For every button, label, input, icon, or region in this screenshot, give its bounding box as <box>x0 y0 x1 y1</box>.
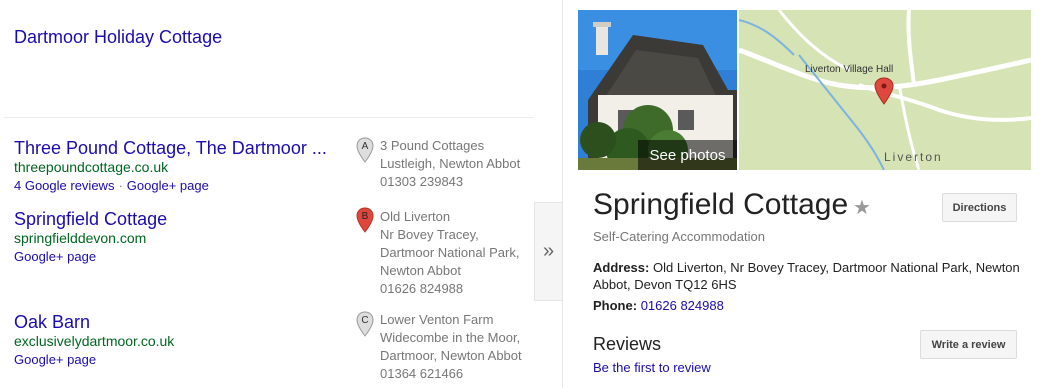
address-label: Address: <box>593 260 650 275</box>
google-plus-link[interactable]: Google+ page <box>14 352 96 367</box>
svg-text:C: C <box>361 315 368 326</box>
result-url: threepoundcottage.co.uk <box>14 159 169 175</box>
result-address: 3 Pound Cottages Lustleigh, Newton Abbot… <box>380 138 521 189</box>
place-category: Self-Catering Accommodation <box>593 229 765 244</box>
google-reviews-link[interactable]: 4 Google reviews <box>14 178 114 193</box>
svg-text:A: A <box>362 141 369 152</box>
result-address: Old Liverton Nr Bovey Tracey, Dartmoor N… <box>380 209 520 296</box>
results-divider <box>4 117 533 118</box>
reviews-heading: Reviews <box>593 334 662 354</box>
svg-text:Liverton Village Hall: Liverton Village Hall <box>805 64 893 75</box>
result-title[interactable]: Oak Barn <box>14 312 90 333</box>
result-address: Lower Venton Farm Widecombe in the Moor,… <box>380 312 522 381</box>
result-title[interactable]: Three Pound Cottage, The Dartmoor ... <box>14 138 327 159</box>
double-chevron-right-icon: » <box>542 240 555 262</box>
result-url: exclusivelydartmoor.co.uk <box>14 333 175 349</box>
svg-text:B: B <box>362 211 369 222</box>
place-address: Address: Old Liverton, Nr Bovey Tracey, … <box>593 259 1023 293</box>
map-pin-a-icon[interactable]: A <box>356 137 374 163</box>
place-title: Springfield Cottage <box>593 188 849 221</box>
phone-link[interactable]: 01626 824988 <box>641 298 724 313</box>
result-links: Google+ page <box>14 249 96 264</box>
first-review-link[interactable]: Be the first to review <box>593 360 711 375</box>
map-pin-c-icon[interactable]: C <box>356 311 374 337</box>
result-title[interactable]: Springfield Cottage <box>14 209 167 230</box>
top-result-title[interactable]: Dartmoor Holiday Cottage <box>14 27 222 48</box>
location-map[interactable]: Liverton Village Hall Liverton <box>739 10 1031 170</box>
google-plus-link[interactable]: Google+ page <box>14 249 96 264</box>
star-icon[interactable]: ★ <box>853 195 871 220</box>
expand-panel-button[interactable]: » <box>534 202 562 301</box>
see-photos-button[interactable]: See photos <box>638 140 737 170</box>
result-url: springfielddevon.com <box>14 230 147 246</box>
phone-label: Phone: <box>593 298 638 313</box>
directions-button[interactable]: Directions <box>942 193 1017 222</box>
result-links: Google+ page <box>14 352 96 367</box>
map-pin-b-icon[interactable]: B <box>356 207 374 233</box>
svg-text:Liverton: Liverton <box>884 150 943 164</box>
address-value: Old Liverton, Nr Bovey Tracey, Dartmoor … <box>593 260 1020 292</box>
google-plus-link[interactable]: Google+ page <box>127 178 209 193</box>
write-review-button[interactable]: Write a review <box>920 330 1017 359</box>
place-phone: Phone: 01626 824988 <box>593 298 724 313</box>
result-links: 4 Google reviews · Google+ page <box>14 178 209 193</box>
